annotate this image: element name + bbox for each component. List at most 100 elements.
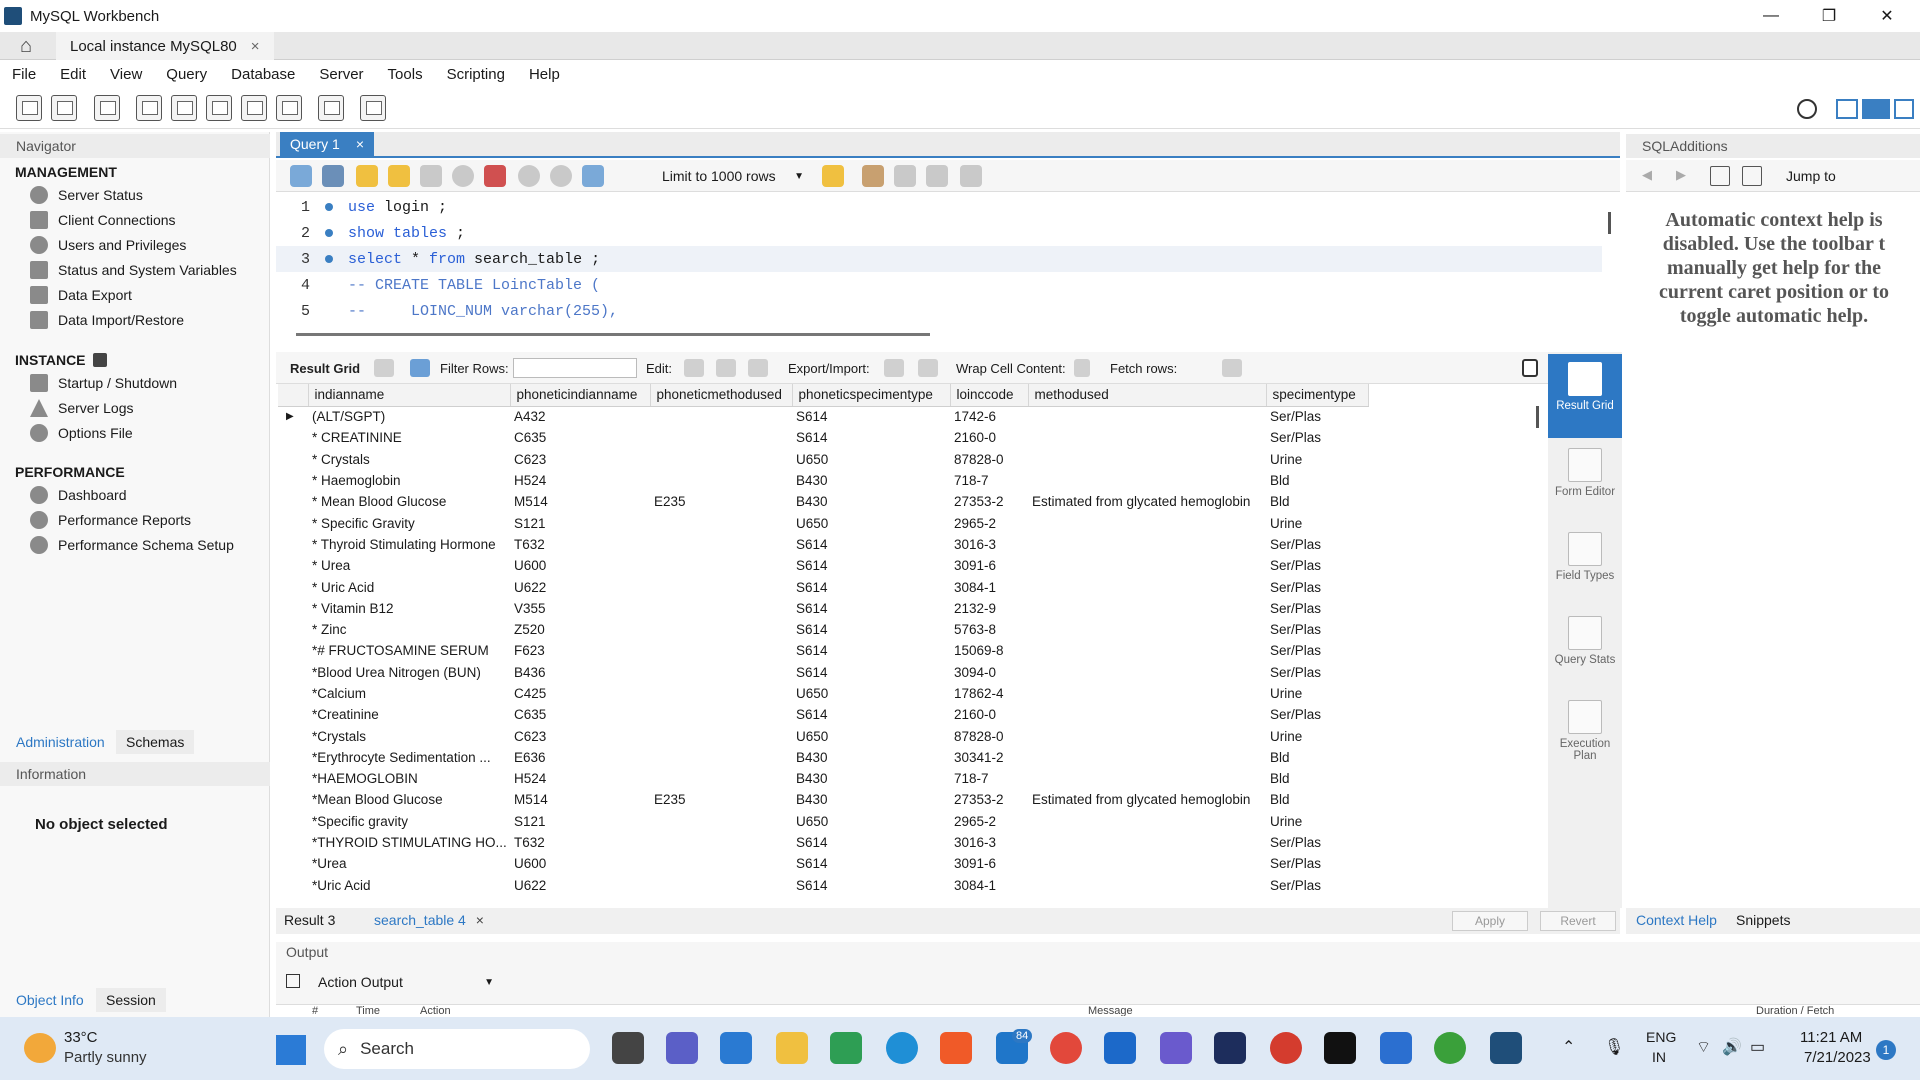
table-cell[interactable]: C635 <box>510 704 650 725</box>
table-cell[interactable]: Ser/Plas <box>1266 534 1368 555</box>
battery-icon[interactable]: ▭ <box>1750 1037 1765 1057</box>
jump-to-label[interactable]: Jump to <box>1786 168 1836 184</box>
side-tab-form-editor[interactable]: Form Editor <box>1548 440 1622 524</box>
wrap-cell-icon[interactable] <box>1074 359 1090 377</box>
table-cell[interactable]: Estimated from glycated hemoglobin <box>1028 789 1266 810</box>
nav-status-variables[interactable]: Status and System Variables <box>30 259 237 281</box>
copy-output-icon[interactable] <box>286 974 300 988</box>
teams-icon[interactable] <box>666 1032 698 1064</box>
table-cell[interactable] <box>650 725 792 746</box>
microphone-icon[interactable]: 🎙 <box>1604 1037 1624 1057</box>
table-cell[interactable]: *HAEMOGLOBIN <box>308 768 510 789</box>
row-marker[interactable] <box>278 534 308 555</box>
table-cell[interactable] <box>650 598 792 619</box>
table-cell[interactable] <box>1028 576 1266 597</box>
table-row[interactable]: * Urea U600 S614 3091-6 Ser/Plas <box>278 555 1368 576</box>
table-cell[interactable]: V355 <box>510 598 650 619</box>
delete-row-icon[interactable] <box>748 359 768 377</box>
nav-dashboard[interactable]: Dashboard <box>30 484 127 506</box>
toggle-error-icon[interactable] <box>484 165 506 187</box>
row-marker[interactable] <box>278 512 308 533</box>
row-marker[interactable] <box>278 619 308 640</box>
wallet-icon[interactable] <box>1214 1032 1246 1064</box>
table-cell[interactable] <box>1028 640 1266 661</box>
table-cell[interactable]: * Urea <box>308 555 510 576</box>
code-line[interactable]: 2 show tables ; <box>276 220 1602 246</box>
minimize-button[interactable]: — <box>1742 0 1800 32</box>
table-cell[interactable]: * Zinc <box>308 619 510 640</box>
table-cell[interactable]: *Calcium <box>308 683 510 704</box>
volume-icon[interactable]: 🔊 <box>1722 1037 1742 1057</box>
mongodb-compass-icon[interactable] <box>1434 1032 1466 1064</box>
table-cell[interactable]: H524 <box>510 470 650 491</box>
tab-query-1[interactable]: Query 1 × <box>280 132 374 156</box>
open-sql-script-icon[interactable] <box>51 95 77 121</box>
table-cell[interactable]: B430 <box>792 768 950 789</box>
language-bottom[interactable]: IN <box>1652 1049 1666 1065</box>
table-cell[interactable]: 87828-0 <box>950 725 1028 746</box>
result-grid[interactable]: indianname phoneticindianname phoneticme… <box>278 384 1548 908</box>
code-line-current[interactable]: 3 select * from search_table ; <box>276 246 1602 272</box>
table-cell[interactable]: 3016-3 <box>950 534 1028 555</box>
table-cell[interactable] <box>650 683 792 704</box>
table-cell[interactable]: Bld <box>1266 470 1368 491</box>
table-cell[interactable]: *Specific gravity <box>308 811 510 832</box>
row-marker[interactable] <box>278 427 308 448</box>
table-cell[interactable]: Urine <box>1266 725 1368 746</box>
tab-search-table-4[interactable]: search_table 4 × <box>374 912 484 928</box>
table-cell[interactable]: Ser/Plas <box>1266 853 1368 874</box>
table-cell[interactable] <box>650 449 792 470</box>
table-cell[interactable]: 718-7 <box>950 768 1028 789</box>
table-cell[interactable]: Bld <box>1266 491 1368 512</box>
row-marker[interactable] <box>278 683 308 704</box>
chevron-up-icon[interactable]: ⌃ <box>1562 1037 1575 1057</box>
table-cell[interactable]: 2965-2 <box>950 512 1028 533</box>
table-row[interactable]: * Specific Gravity S121 U650 2965-2 Urine <box>278 512 1368 533</box>
table-row[interactable]: *Blood Urea Nitrogen (BUN) B436 S614 3094-0… <box>278 662 1368 683</box>
import-icon[interactable] <box>918 359 938 377</box>
table-cell[interactable]: B430 <box>792 789 950 810</box>
table-cell[interactable]: B430 <box>792 491 950 512</box>
table-cell[interactable] <box>1028 470 1266 491</box>
side-tab-field-types[interactable]: Field Types <box>1548 524 1622 608</box>
table-row[interactable]: * CREATININE C635 S614 2160-0 Ser/Plas <box>278 427 1368 448</box>
table-cell[interactable]: 1742-6 <box>950 406 1028 427</box>
table-cell[interactable]: *Crystals <box>308 725 510 746</box>
table-cell[interactable]: * Thyroid Stimulating Hormone <box>308 534 510 555</box>
table-cell[interactable]: Z520 <box>510 619 650 640</box>
mysql-workbench-taskbar-icon[interactable] <box>1490 1032 1522 1064</box>
table-cell[interactable] <box>1028 598 1266 619</box>
table-cell[interactable]: S614 <box>792 640 950 661</box>
table-cell[interactable] <box>650 640 792 661</box>
table-cell[interactable]: *THYROID STIMULATING HO... <box>308 832 510 853</box>
table-cell[interactable]: * Haemoglobin <box>308 470 510 491</box>
table-cell[interactable] <box>650 832 792 853</box>
table-cell[interactable]: S614 <box>792 704 950 725</box>
table-cell[interactable] <box>650 768 792 789</box>
save-icon[interactable] <box>322 165 344 187</box>
table-cell[interactable]: *Mean Blood Glucose <box>308 789 510 810</box>
table-cell[interactable] <box>1028 811 1266 832</box>
tab-administration[interactable]: Administration <box>6 730 115 754</box>
table-cell[interactable]: 2965-2 <box>950 811 1028 832</box>
nav-startup-shutdown[interactable]: Startup / Shutdown <box>30 372 177 394</box>
insert-row-icon[interactable] <box>716 359 736 377</box>
menu-scripting[interactable]: Scripting <box>435 66 517 83</box>
row-marker[interactable] <box>278 576 308 597</box>
beautify-icon[interactable] <box>862 165 884 187</box>
table-cell[interactable]: 3094-0 <box>950 662 1028 683</box>
table-cell[interactable]: S614 <box>792 534 950 555</box>
table-cell[interactable]: S614 <box>792 427 950 448</box>
row-marker[interactable] <box>278 555 308 576</box>
row-marker[interactable] <box>278 491 308 512</box>
nav-client-connections[interactable]: Client Connections <box>30 209 176 231</box>
row-marker[interactable] <box>278 449 308 470</box>
table-cell[interactable]: B436 <box>510 662 650 683</box>
table-cell[interactable]: B430 <box>792 747 950 768</box>
table-row[interactable]: * Thyroid Stimulating Hormone T632 S614 301… <box>278 534 1368 555</box>
table-cell[interactable]: 30341-2 <box>950 747 1028 768</box>
new-sql-tab-icon[interactable] <box>16 95 42 121</box>
table-cell[interactable]: S614 <box>792 832 950 853</box>
find-icon[interactable] <box>894 165 916 187</box>
column-header[interactable]: loinccode <box>950 384 1029 407</box>
